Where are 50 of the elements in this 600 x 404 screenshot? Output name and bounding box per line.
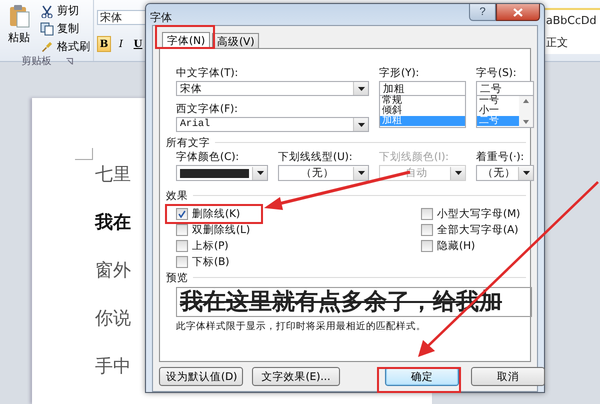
field-label: 字号(S):: [476, 66, 518, 81]
preview-note: 此字体样式限于显示，打印时将采用最相近的匹配样式。: [176, 320, 427, 333]
field-label: 着重号(·):: [476, 150, 526, 165]
field-label: 下划线颜色(I):: [379, 150, 450, 165]
field-label: 字形(Y):: [379, 66, 420, 81]
toolbar-button[interactable]: 剪切: [40, 3, 94, 18]
toolbar-button[interactable]: 格式刷: [40, 39, 94, 54]
list-option[interactable]: 常规: [380, 96, 465, 106]
format-button[interactable]: B: [97, 36, 111, 52]
group-label: 剪贴板: [22, 54, 52, 68]
field-label: 下划线线型(U):: [278, 150, 354, 165]
checkbox[interactable]: 删除线(K): [176, 207, 421, 220]
input-field[interactable]: 加粗: [379, 81, 466, 96]
document-line: 你说: [95, 308, 131, 331]
checkbox[interactable]: 小型大写字母(M): [421, 207, 530, 220]
style-preview[interactable]: aBbCcDd: [546, 14, 600, 27]
section-heading: 预览: [166, 270, 188, 284]
dialog-title: 字体: [150, 10, 173, 25]
font-dropdown[interactable]: Arial: [176, 117, 369, 132]
section-heading: 效果: [166, 188, 188, 202]
style-dropdown[interactable]: （无）: [476, 165, 534, 181]
field-label: 字体颜色(C):: [176, 150, 240, 165]
list-option[interactable]: 小一: [477, 106, 519, 116]
format-button[interactable]: U: [131, 36, 145, 52]
list-option[interactable]: 倾斜: [380, 106, 465, 116]
checkbox[interactable]: 上标(P): [176, 239, 421, 252]
dialog-button[interactable]: 设为默认值(D): [159, 367, 243, 386]
field-label: 西文字体(F):: [176, 102, 239, 117]
document-line: 窗外: [95, 260, 131, 283]
document-line: 手中: [95, 356, 131, 379]
format-button[interactable]: I: [114, 36, 128, 52]
style-name[interactable]: 正文: [546, 35, 600, 50]
checkbox[interactable]: 全部大写字母(A): [421, 223, 530, 236]
style-dropdown[interactable]: （无）: [278, 165, 369, 181]
font-dropdown[interactable]: 宋体: [176, 81, 369, 96]
list-option[interactable]: 一号: [477, 96, 519, 106]
help-button[interactable]: ?: [469, 4, 496, 21]
dialog-tab[interactable]: 高级(V): [212, 33, 260, 48]
field-label: 中文字体(T):: [176, 66, 240, 81]
dialog-button[interactable]: 文字效果(E)...: [252, 367, 340, 386]
document-line: 我在: [95, 212, 131, 235]
paste-button[interactable]: 粘贴: [0, 0, 38, 54]
document-line: 七里: [95, 164, 131, 187]
checkbox[interactable]: 下标(B): [176, 255, 421, 268]
input-field[interactable]: 二号: [476, 81, 534, 96]
toolbar-button[interactable]: 复制: [40, 21, 94, 36]
section-heading: 所有文字: [166, 136, 210, 150]
dialog-button[interactable]: 取消: [471, 367, 545, 386]
checkbox[interactable]: 隐藏(H): [421, 239, 530, 252]
checkbox[interactable]: 双删除线(L): [176, 223, 421, 236]
